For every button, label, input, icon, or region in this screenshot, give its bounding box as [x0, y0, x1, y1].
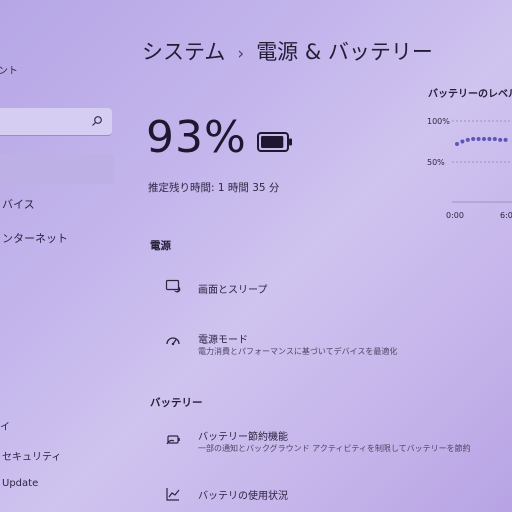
- breadcrumb-system[interactable]: システム: [142, 40, 225, 64]
- sidebar-item-network[interactable]: ンターネット: [2, 230, 68, 246]
- screen-sleep-title[interactable]: 画面とスリープ: [198, 281, 267, 296]
- data-point: [503, 137, 508, 142]
- data-point: [498, 137, 503, 142]
- power-mode-description: 電力消費とパフォーマンスに基づいてデバイスを最適化: [198, 347, 398, 356]
- battery-section-heading: バッテリー: [150, 397, 203, 409]
- power-mode-icon: [166, 337, 180, 346]
- x-tick-label: 0:00: [446, 211, 464, 220]
- y-tick-label: 100%: [427, 117, 450, 126]
- data-point: [471, 137, 476, 141]
- battery-saver-description: 一部の通知とバックグラウンド アクティビティを制限してバッテリーを節約: [198, 444, 471, 453]
- battery-saver-icon: [166, 435, 180, 445]
- screen-sleep-icon: [165, 279, 181, 293]
- sidebar-item-system-selected[interactable]: [0, 154, 114, 184]
- sidebar-item-devices[interactable]: バイス: [2, 196, 35, 212]
- search-input[interactable]: [0, 108, 112, 136]
- data-point: [476, 137, 481, 141]
- sidebar-item-security[interactable]: セキュリティ: [2, 448, 61, 463]
- battery-icon: [257, 132, 292, 152]
- data-point: [460, 139, 465, 144]
- sidebar-item-privacy[interactable]: イ: [0, 418, 10, 433]
- data-point: [492, 137, 497, 141]
- sidebar: ント バイス ンターネット イ セキュリティ Update: [0, 0, 128, 512]
- x-tick-label: 6:0: [500, 211, 512, 220]
- power-section-heading: 電源: [150, 240, 171, 252]
- data-point: [482, 137, 486, 141]
- page-title: 電源 & バッテリー: [256, 40, 433, 64]
- breadcrumb-separator: ›: [237, 44, 245, 64]
- sidebar-item-windows-update[interactable]: Update: [2, 478, 38, 489]
- data-point: [455, 142, 459, 146]
- battery-fill: [261, 136, 284, 148]
- power-mode-title[interactable]: 電源モード: [198, 331, 248, 346]
- battery-percent: 93%: [146, 112, 247, 163]
- battery-level-chart: バッテリーのレベル 100% 50% 0:00 6:0: [420, 80, 512, 230]
- battery-usage-title[interactable]: バッテリの使用状況: [198, 487, 288, 502]
- data-point: [465, 137, 470, 142]
- account-label: ント: [0, 66, 18, 77]
- y-tick-label: 50%: [427, 158, 445, 167]
- data-point: [487, 137, 492, 141]
- breadcrumb: システム › 電源 & バッテリー: [142, 36, 433, 66]
- battery-saver-title[interactable]: バッテリー節約機能: [198, 428, 288, 443]
- usage-chart-icon: [166, 488, 180, 501]
- chart-canvas: 100% 50% 0:00 6:0: [427, 117, 512, 220]
- search-icon: [92, 116, 102, 126]
- estimated-time-remaining: 推定残り時間: 1 時間 35 分: [148, 182, 280, 194]
